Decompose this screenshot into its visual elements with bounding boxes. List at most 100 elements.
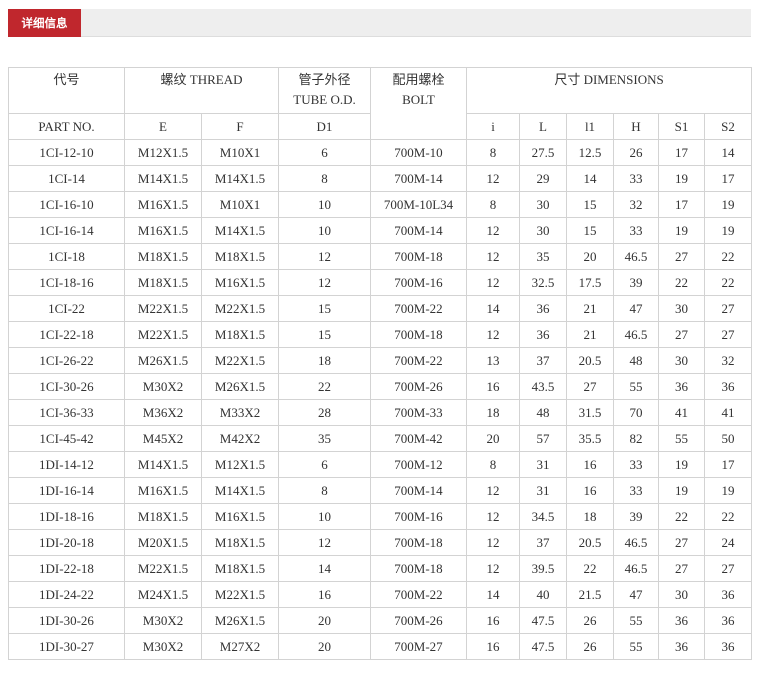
cell-bolt: 700M-33 [370, 399, 467, 426]
header-i: i [466, 113, 520, 140]
header-h: H [613, 113, 659, 140]
cell-thread-e: M12X1.5 [124, 139, 202, 166]
cell-part-no: 1DI-16-14 [8, 477, 125, 504]
table-row: 1CI-26-22 M26X1.5 M22X1.5 18 700M-22 13 37 20.5… [8, 347, 753, 374]
cell-dim-s2: 27 [703, 321, 753, 348]
cell-tube-od-d1: 6 [278, 139, 371, 166]
cell-thread-e: M18X1.5 [124, 243, 202, 270]
cell-dim-s2: 14 [703, 139, 753, 166]
cell-part-no: 1CI-18-16 [8, 269, 125, 296]
cell-dim-h: 26 [613, 139, 659, 166]
cell-dim-i: 12 [466, 217, 520, 244]
header-bolt: 配用螺栓 BOLT [370, 67, 467, 140]
cell-dim-h: 33 [613, 451, 659, 478]
cell-thread-f: M18X1.5 [201, 243, 279, 270]
cell-dim-s2: 24 [703, 529, 753, 556]
table-row: 1DI-18-16 M18X1.5 M16X1.5 10 700M-16 12 34.5 18… [8, 503, 753, 530]
cell-bolt: 700M-27 [370, 633, 467, 660]
cell-dim-s1: 36 [658, 607, 705, 634]
cell-part-no: 1CI-14 [8, 165, 125, 192]
cell-dim-s2: 41 [703, 399, 753, 426]
table-row: 1DI-24-22 M24X1.5 M22X1.5 16 700M-22 14 40 21.5… [8, 581, 753, 608]
cell-dim-h: 46.5 [613, 529, 659, 556]
cell-tube-od-d1: 10 [278, 191, 371, 218]
cell-dim-l1: 14 [566, 165, 614, 192]
cell-bolt: 700M-18 [370, 555, 467, 582]
header-e: E [124, 113, 202, 140]
cell-dim-h: 82 [613, 425, 659, 452]
cell-dim-h: 46.5 [613, 321, 659, 348]
cell-part-no: 1DI-30-27 [8, 633, 125, 660]
cell-dim-h: 39 [613, 269, 659, 296]
cell-thread-e: M30X2 [124, 373, 202, 400]
cell-thread-e: M22X1.5 [124, 295, 202, 322]
cell-dim-i: 8 [466, 191, 520, 218]
cell-part-no: 1CI-45-42 [8, 425, 125, 452]
cell-thread-e: M30X2 [124, 633, 202, 660]
table-row: 1CI-18 M18X1.5 M18X1.5 12 700M-18 12 35 20 46.5 2… [8, 243, 753, 270]
cell-bolt: 700M-10L34 [370, 191, 467, 218]
cell-dim-s1: 17 [658, 191, 705, 218]
cell-dim-i: 12 [466, 477, 520, 504]
cell-tube-od-d1: 15 [278, 295, 371, 322]
cell-part-no: 1CI-26-22 [8, 347, 125, 374]
cell-thread-f: M14X1.5 [201, 165, 279, 192]
cell-dim-i: 16 [466, 633, 520, 660]
cell-dim-i: 12 [466, 555, 520, 582]
cell-dim-i: 14 [466, 581, 520, 608]
cell-dim-h: 70 [613, 399, 659, 426]
cell-dim-l1: 26 [566, 633, 614, 660]
cell-thread-f: M18X1.5 [201, 321, 279, 348]
table-row: 1DI-30-26 M30X2 M26X1.5 20 700M-26 16 47.5 26 55… [8, 607, 753, 634]
cell-tube-od-d1: 8 [278, 477, 371, 504]
cell-dim-i: 12 [466, 321, 520, 348]
cell-dim-s1: 19 [658, 451, 705, 478]
cell-tube-od-d1: 18 [278, 347, 371, 374]
cell-dim-s1: 27 [658, 555, 705, 582]
header-s2: S2 [703, 113, 753, 140]
header-tube-cn: 管子外径 [298, 72, 351, 87]
cell-dim-l: 34.5 [519, 503, 567, 530]
cell-tube-od-d1: 22 [278, 373, 371, 400]
cell-dim-s1: 19 [658, 217, 705, 244]
cell-dim-s1: 30 [658, 347, 705, 374]
header-dimensions: 尺寸 DIMENSIONS [465, 67, 753, 114]
cell-dim-i: 20 [466, 425, 520, 452]
cell-thread-e: M16X1.5 [124, 217, 202, 244]
header-bolt-en: BOLT [402, 92, 435, 107]
cell-dim-i: 12 [466, 165, 520, 192]
cell-tube-od-d1: 12 [278, 243, 371, 270]
cell-dim-l1: 20.5 [566, 529, 614, 556]
cell-dim-h: 55 [613, 607, 659, 634]
table-row: 1CI-22 M22X1.5 M22X1.5 15 700M-22 14 36 21 47 30 2… [8, 295, 753, 322]
cell-dim-l1: 22 [566, 555, 614, 582]
cell-bolt: 700M-22 [370, 347, 467, 374]
cell-bolt: 700M-26 [370, 607, 467, 634]
cell-thread-f: M10X1 [201, 191, 279, 218]
cell-dim-l1: 17.5 [566, 269, 614, 296]
cell-bolt: 700M-26 [370, 373, 467, 400]
cell-dim-h: 33 [613, 217, 659, 244]
cell-bolt: 700M-10 [370, 139, 467, 166]
cell-bolt: 700M-12 [370, 451, 467, 478]
cell-dim-l: 40 [519, 581, 567, 608]
cell-dim-i: 12 [466, 503, 520, 530]
cell-bolt: 700M-42 [370, 425, 467, 452]
cell-dim-h: 39 [613, 503, 659, 530]
cell-dim-l1: 27 [566, 373, 614, 400]
tab-details[interactable]: 详细信息 [8, 9, 81, 37]
cell-dim-l1: 35.5 [566, 425, 614, 452]
header-tube-od: 管子外径 TUBE O.D. [278, 67, 371, 114]
cell-part-no: 1DI-30-26 [8, 607, 125, 634]
cell-dim-l: 47.5 [519, 633, 567, 660]
cell-dim-s1: 30 [658, 581, 705, 608]
cell-dim-i: 12 [466, 269, 520, 296]
table-row: 1DI-20-18 M20X1.5 M18X1.5 12 700M-18 12 37 20.5… [8, 529, 753, 556]
cell-dim-l1: 31.5 [566, 399, 614, 426]
cell-part-no: 1CI-16-10 [8, 191, 125, 218]
cell-dim-s1: 22 [658, 269, 705, 296]
cell-tube-od-d1: 12 [278, 269, 371, 296]
cell-dim-h: 55 [613, 373, 659, 400]
cell-dim-s2: 22 [703, 503, 753, 530]
cell-bolt: 700M-16 [370, 503, 467, 530]
